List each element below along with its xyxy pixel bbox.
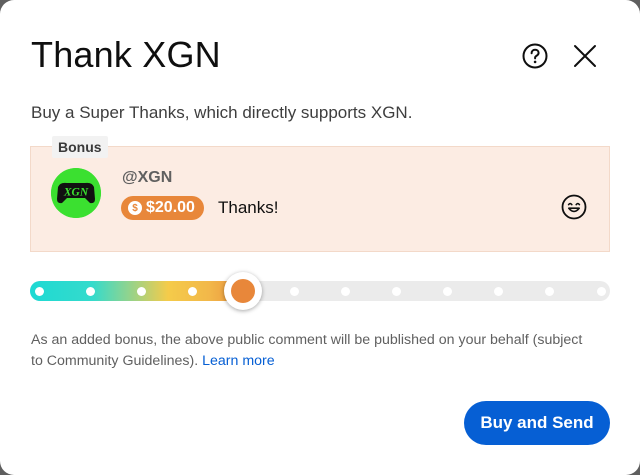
- dialog-subtitle: Buy a Super Thanks, which directly suppo…: [31, 103, 413, 122]
- slider-step-dot[interactable]: [85, 287, 95, 296]
- slider-step-dot[interactable]: [136, 287, 146, 296]
- slider-thumb-center: [231, 279, 256, 303]
- disclaimer-text: As an added bonus, the above public comm…: [31, 332, 583, 369]
- amount-value: $20.00: [146, 199, 195, 216]
- xgn-logo: XGN: [51, 168, 101, 218]
- channel-handle: @XGN: [122, 169, 173, 186]
- slider-step-dot[interactable]: [187, 287, 197, 296]
- help-circle-icon: [522, 43, 548, 69]
- close-icon: [574, 45, 596, 67]
- amount-chip: $ $20.00: [121, 196, 204, 220]
- comment-preview: [30, 146, 610, 252]
- buy-and-send-button[interactable]: Buy and Send: [464, 401, 610, 445]
- smile-emoji-icon: [561, 194, 587, 220]
- slider-step-dot[interactable]: [341, 287, 351, 296]
- bonus-badge: Bonus: [52, 136, 108, 158]
- bonus-disclaimer: As an added bonus, the above public comm…: [31, 330, 591, 372]
- slider-step-dot[interactable]: [34, 287, 44, 296]
- comment-text[interactable]: Thanks!: [218, 198, 278, 218]
- super-thanks-dialog: Thank XGN Buy a Super Thanks, which dire…: [0, 0, 640, 475]
- avatar: XGN: [51, 168, 101, 218]
- close-button[interactable]: [569, 40, 601, 72]
- dollar-coin-icon: $: [128, 201, 142, 215]
- slider-step-dot[interactable]: [289, 287, 299, 296]
- slider-thumb[interactable]: [224, 272, 263, 310]
- emoji-button[interactable]: [560, 193, 588, 221]
- dialog-title: Thank XGN: [31, 34, 221, 75]
- learn-more-link[interactable]: Learn more: [202, 353, 275, 369]
- help-button[interactable]: [519, 40, 551, 72]
- amount-slider[interactable]: [30, 272, 610, 310]
- svg-text:XGN: XGN: [63, 187, 89, 199]
- slider-step-dot[interactable]: [596, 287, 606, 296]
